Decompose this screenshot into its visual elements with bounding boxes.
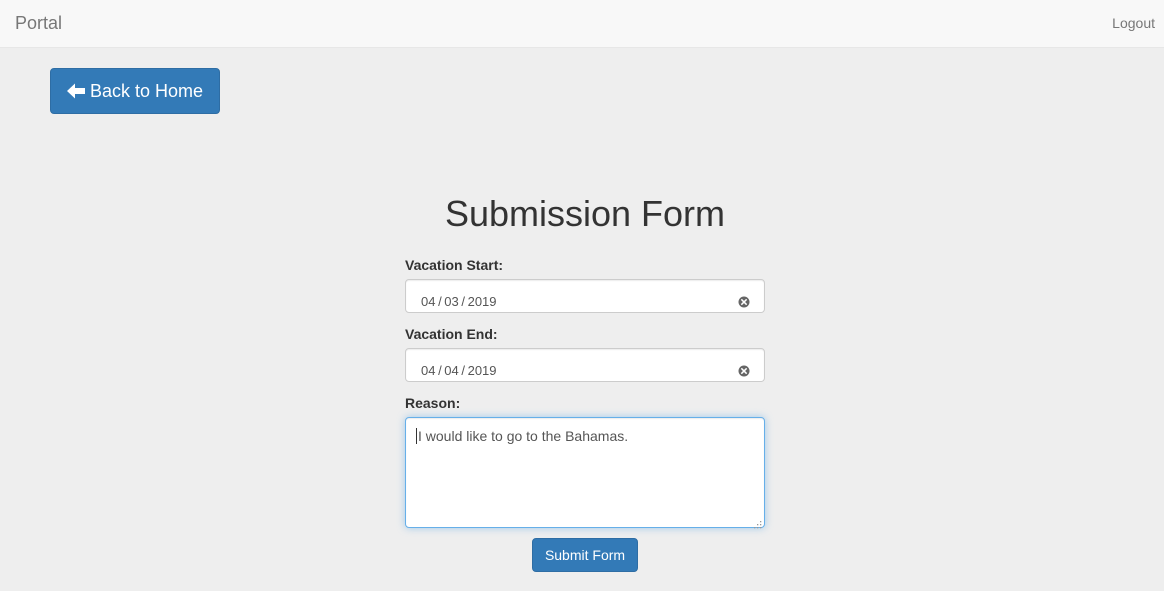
logout-link[interactable]: Logout [1112,14,1155,32]
page-title: Submission Form [444,193,726,234]
text-caret [416,428,417,444]
vacation-start-label: Vacation Start: [405,257,504,273]
reason-value: I would like to go to the Bahamas. [416,427,629,445]
vacation-start-value: 04 / 03 / 2019 [421,294,497,309]
vacation-end-input[interactable]: 04 / 04 / 2019 [405,348,765,382]
vacation-start-input[interactable]: 04 / 03 / 2019 [405,279,765,313]
submit-form-button[interactable]: Submit Form [532,538,638,572]
clear-date-icon[interactable] [738,364,750,377]
vacation-end-value: 04 / 04 / 2019 [421,363,497,378]
resize-grip-icon[interactable] [753,516,762,529]
back-to-home-button[interactable]: Back to Home [50,68,220,114]
brand-link[interactable]: Portal [15,13,62,33]
reason-text: I would like to go to the Bahamas. [418,428,629,444]
navbar: Portal Logout [0,0,1164,48]
arrow-left-icon [66,83,86,99]
reason-label: Reason: [405,395,461,411]
reason-textarea[interactable]: I would like to go to the Bahamas. [405,417,765,529]
back-to-home-label: Back to Home [89,80,204,101]
vacation-end-label: Vacation End: [405,326,498,342]
clear-date-icon[interactable] [738,295,750,308]
